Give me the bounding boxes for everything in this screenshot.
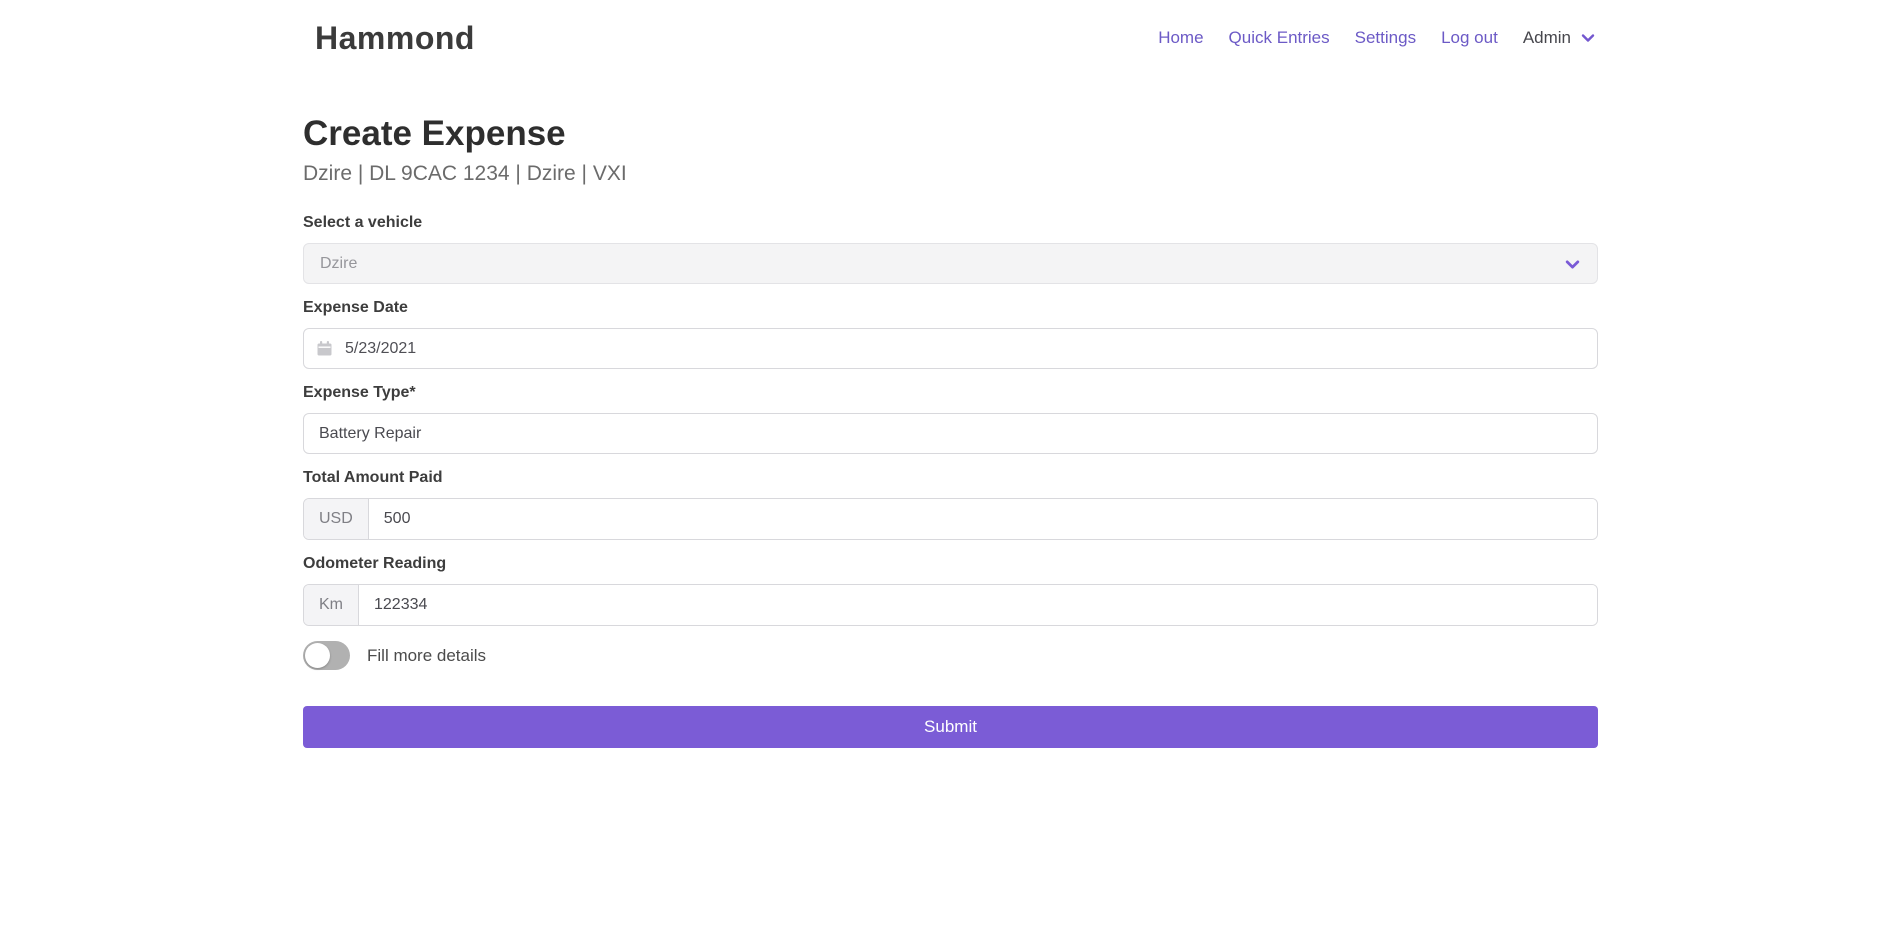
navbar-container: Hammond Home Quick Entries Settings Log … bbox=[303, 0, 1598, 76]
expense-date-input[interactable] bbox=[345, 329, 1584, 368]
expense-type-field-group: Expense Type* bbox=[303, 384, 1598, 454]
nav-link-home[interactable]: Home bbox=[1158, 28, 1203, 48]
more-details-row: Fill more details bbox=[303, 641, 1598, 670]
expense-type-label: Expense Type* bbox=[303, 384, 1598, 402]
odometer-label: Odometer Reading bbox=[303, 555, 1598, 573]
calendar-icon bbox=[317, 341, 332, 356]
more-details-label: Fill more details bbox=[367, 646, 486, 666]
nav-links: Home Quick Entries Settings Log out Admi… bbox=[1133, 28, 1596, 48]
brand-logo[interactable]: Hammond bbox=[305, 20, 475, 57]
submit-button[interactable]: Submit bbox=[303, 706, 1598, 748]
more-details-toggle[interactable] bbox=[303, 641, 350, 670]
admin-menu[interactable]: Admin bbox=[1523, 28, 1596, 48]
total-amount-input-group: USD bbox=[303, 498, 1598, 540]
total-amount-input[interactable] bbox=[369, 499, 1597, 539]
total-amount-label: Total Amount Paid bbox=[303, 469, 1598, 487]
create-expense-form: Select a vehicle Dzire Expense Date bbox=[303, 214, 1598, 748]
top-navbar: Hammond Home Quick Entries Settings Log … bbox=[0, 0, 1901, 76]
odometer-input-group: Km bbox=[303, 584, 1598, 626]
odometer-input[interactable] bbox=[359, 585, 1597, 625]
nav-link-settings[interactable]: Settings bbox=[1355, 28, 1416, 48]
vehicle-select-value: Dzire bbox=[320, 255, 357, 273]
admin-menu-label: Admin bbox=[1523, 28, 1571, 48]
chevron-down-icon bbox=[1580, 30, 1596, 46]
total-amount-field-group: Total Amount Paid USD bbox=[303, 469, 1598, 540]
vehicle-summary: Dzire | DL 9CAC 1234 | Dzire | VXI bbox=[303, 162, 1598, 186]
vehicle-field-group: Select a vehicle Dzire bbox=[303, 214, 1598, 284]
chevron-down-icon bbox=[1564, 256, 1581, 278]
odometer-field-group: Odometer Reading Km bbox=[303, 555, 1598, 626]
nav-link-quick-entries[interactable]: Quick Entries bbox=[1229, 28, 1330, 48]
expense-date-label: Expense Date bbox=[303, 299, 1598, 317]
page-title: Create Expense bbox=[303, 114, 1598, 154]
vehicle-select[interactable]: Dzire bbox=[303, 243, 1598, 284]
vehicle-label: Select a vehicle bbox=[303, 214, 1598, 232]
expense-type-input[interactable] bbox=[303, 413, 1598, 454]
toggle-knob bbox=[305, 643, 330, 668]
currency-addon: USD bbox=[304, 499, 369, 539]
main-content: Create Expense Dzire | DL 9CAC 1234 | Dz… bbox=[303, 76, 1598, 748]
expense-date-picker[interactable] bbox=[303, 328, 1598, 369]
distance-unit-addon: Km bbox=[304, 585, 359, 625]
nav-link-logout[interactable]: Log out bbox=[1441, 28, 1498, 48]
expense-date-field-group: Expense Date bbox=[303, 299, 1598, 369]
